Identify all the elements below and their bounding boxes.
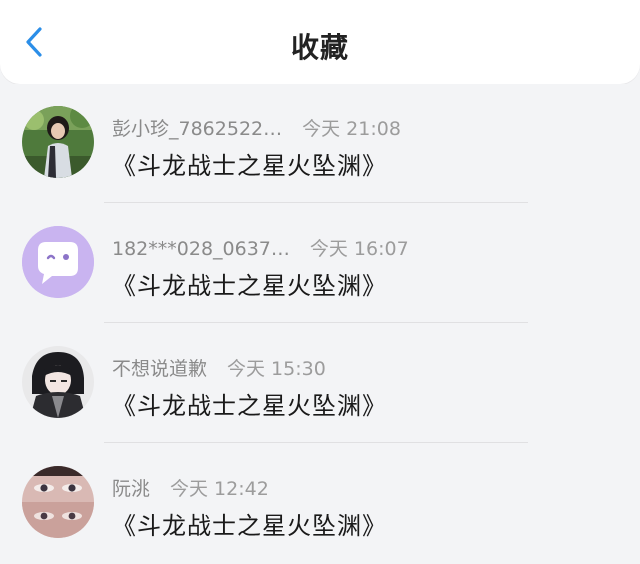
item-meta: 不想说道歉 今天 15:30 (112, 354, 326, 381)
list-item[interactable]: 182***028_0637… 今天 16:07 《斗龙战士之星火坠渊》 (0, 204, 640, 324)
item-content[interactable]: 《斗龙战士之星火坠渊》 (112, 266, 387, 301)
list-item[interactable]: 阮洮 今天 12:42 《斗龙战士之星火坠渊》 (0, 444, 640, 564)
user-name[interactable]: 不想说道歉 (112, 358, 207, 380)
item-meta: 彭小珍_7862522… 今天 21:08 (112, 114, 401, 141)
item-meta: 182***028_0637… 今天 16:07 (112, 234, 409, 261)
list-item[interactable]: 不想说道歉 今天 15:30 《斗龙战士之星火坠渊》 (0, 324, 640, 444)
timestamp: 今天 12:42 (170, 478, 269, 500)
user-name[interactable]: 182***028_0637… (112, 238, 290, 260)
favorites-list: 彭小珍_7862522… 今天 21:08 《斗龙战士之星火坠渊》 182***0… (0, 84, 640, 564)
photo-avatar-girl-icon (22, 106, 94, 178)
item-meta: 阮洮 今天 12:42 (112, 474, 269, 501)
anime-avatar-dark-icon (22, 346, 94, 418)
favorites-page: 收藏 彭小珍_7862522… 今天 21:08 《斗龙战士之星火坠渊》 182… (0, 0, 640, 564)
page-title: 收藏 (290, 31, 349, 64)
divider (104, 202, 528, 203)
chat-bubble-face-icon (22, 226, 94, 298)
item-content[interactable]: 《斗龙战士之星火坠渊》 (112, 506, 387, 541)
avatar[interactable] (22, 106, 94, 178)
avatar[interactable] (22, 346, 94, 418)
divider (104, 322, 528, 323)
avatar[interactable] (22, 466, 94, 538)
user-name[interactable]: 阮洮 (112, 478, 150, 500)
timestamp: 今天 16:07 (309, 238, 409, 260)
top-bar: 收藏 (0, 0, 640, 84)
list-item[interactable]: 彭小珍_7862522… 今天 21:08 《斗龙战士之星火坠渊》 (0, 84, 640, 204)
item-content[interactable]: 《斗龙战士之星火坠渊》 (112, 386, 387, 421)
timestamp: 今天 15:30 (227, 358, 326, 380)
avatar[interactable] (22, 226, 94, 298)
timestamp: 今天 21:08 (302, 118, 401, 140)
divider (104, 442, 528, 443)
user-name[interactable]: 彭小珍_7862522… (112, 118, 282, 140)
item-content[interactable]: 《斗龙战士之星火坠渊》 (112, 146, 387, 181)
photo-avatar-eyes-icon (22, 466, 94, 538)
